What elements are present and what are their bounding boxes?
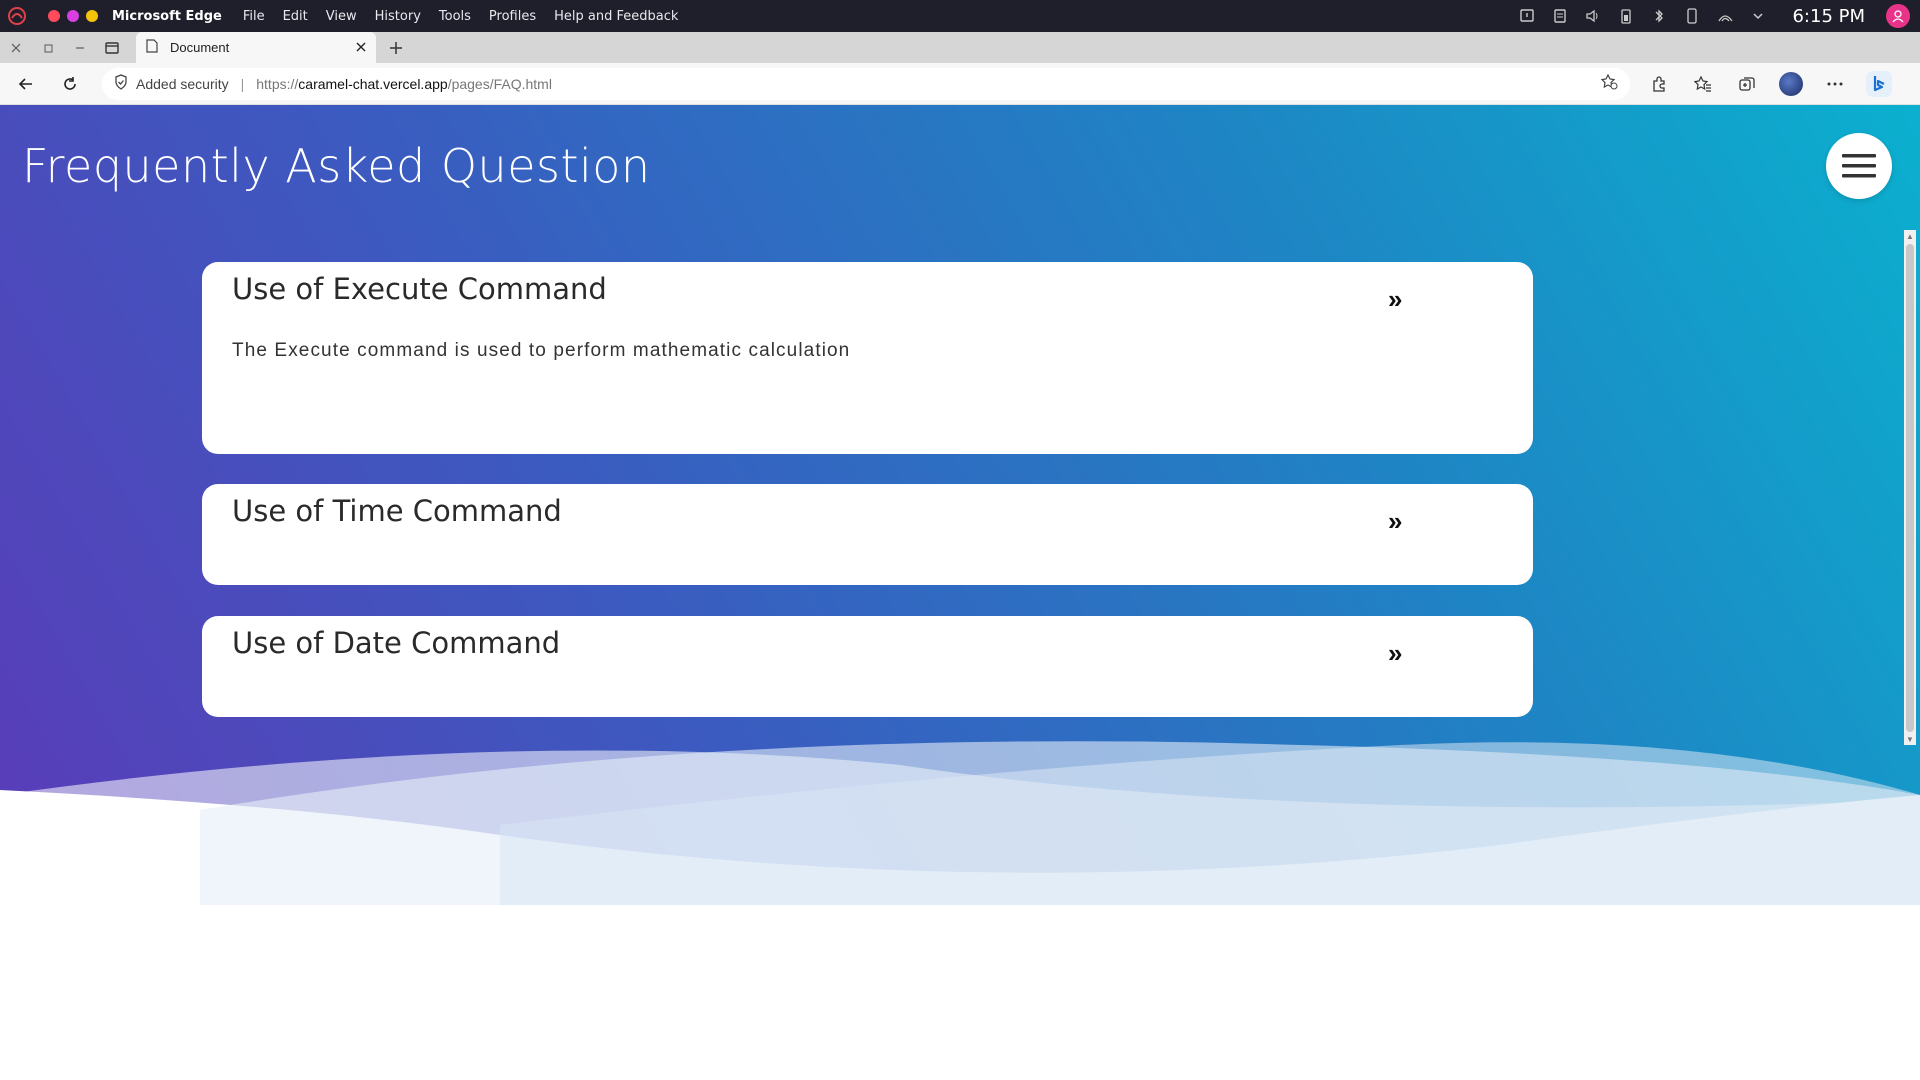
more-options-icon[interactable] bbox=[1820, 69, 1850, 99]
profile-avatar-icon[interactable] bbox=[1776, 69, 1806, 99]
scroll-down-icon[interactable]: ▼ bbox=[1904, 733, 1916, 745]
user-avatar-icon[interactable] bbox=[1886, 4, 1910, 28]
phone-icon[interactable] bbox=[1683, 7, 1701, 25]
bluetooth-icon[interactable] bbox=[1650, 7, 1668, 25]
menu-view[interactable]: View bbox=[317, 9, 366, 24]
expand-arrow-icon[interactable]: » bbox=[1388, 284, 1402, 315]
faq-card-execute[interactable]: Use of Execute Command » The Execute com… bbox=[202, 262, 1533, 454]
extensions-icon[interactable] bbox=[1644, 69, 1674, 99]
wifi-icon[interactable] bbox=[1716, 7, 1734, 25]
os-top-bar: Microsoft Edge File Edit View History To… bbox=[0, 0, 1920, 32]
expand-arrow-icon[interactable]: » bbox=[1388, 506, 1402, 537]
browser-toolbar: Added security | https:// caramel-chat.v… bbox=[0, 63, 1920, 105]
page-icon bbox=[146, 39, 158, 56]
back-arrow-icon[interactable] bbox=[8, 66, 44, 102]
menu-help[interactable]: Help and Feedback bbox=[545, 9, 687, 24]
new-tab-button[interactable] bbox=[380, 32, 412, 63]
url-divider: | bbox=[240, 75, 245, 92]
page-title: Frequently Asked Question bbox=[22, 139, 651, 193]
collections-icon[interactable] bbox=[1732, 69, 1762, 99]
close-icon[interactable] bbox=[0, 32, 32, 63]
menu-file[interactable]: File bbox=[234, 9, 274, 24]
url-scheme: https:// bbox=[256, 75, 299, 92]
volume-icon[interactable] bbox=[1584, 7, 1602, 25]
security-label[interactable]: Added security bbox=[136, 76, 229, 92]
faq-card-time[interactable]: Use of Time Command » bbox=[202, 484, 1533, 585]
chevron-down-icon[interactable] bbox=[1749, 7, 1767, 25]
toolbar-icons bbox=[1644, 69, 1894, 99]
add-favorite-icon[interactable] bbox=[1600, 73, 1618, 94]
app-menu: File Edit View History Tools Profiles He… bbox=[234, 9, 688, 24]
menu-edit[interactable]: Edit bbox=[274, 9, 317, 24]
menu-tools[interactable]: Tools bbox=[430, 9, 480, 24]
clipboard-icon[interactable] bbox=[1551, 7, 1569, 25]
expand-arrow-icon[interactable]: » bbox=[1388, 638, 1402, 669]
bing-copilot-icon[interactable] bbox=[1864, 69, 1894, 99]
faq-question[interactable]: Use of Time Command bbox=[232, 494, 562, 528]
page-viewport: Frequently Asked Question Use of Execute… bbox=[0, 105, 1920, 1080]
address-bar[interactable]: Added security | https:// caramel-chat.v… bbox=[102, 67, 1630, 100]
window-traffic-lights bbox=[48, 10, 98, 22]
restore-icon[interactable] bbox=[32, 32, 64, 63]
menu-history[interactable]: History bbox=[366, 9, 430, 24]
tab-actions-icon[interactable] bbox=[96, 32, 128, 63]
clock[interactable]: 6:15 PM bbox=[1792, 6, 1865, 27]
favorites-icon[interactable] bbox=[1688, 69, 1718, 99]
faq-question[interactable]: Use of Execute Command bbox=[232, 272, 607, 306]
url-path: /pages/FAQ.html bbox=[447, 75, 552, 92]
minimize-window-dot[interactable] bbox=[67, 10, 79, 22]
close-window-dot[interactable] bbox=[48, 10, 60, 22]
battery-icon[interactable] bbox=[1617, 7, 1635, 25]
page-scrollbar[interactable]: ▲ ▼ bbox=[1904, 230, 1916, 745]
maximize-window-dot[interactable] bbox=[86, 10, 98, 22]
app-name[interactable]: Microsoft Edge bbox=[112, 9, 222, 24]
notification-icon[interactable] bbox=[1518, 7, 1536, 25]
menu-profiles[interactable]: Profiles bbox=[480, 9, 545, 24]
shield-icon[interactable] bbox=[114, 74, 128, 93]
minimize-icon[interactable] bbox=[64, 32, 96, 63]
scroll-thumb[interactable] bbox=[1906, 244, 1914, 732]
hamburger-menu-button[interactable] bbox=[1826, 133, 1892, 199]
system-tray: 6:15 PM bbox=[1518, 4, 1920, 28]
scroll-up-icon[interactable]: ▲ bbox=[1904, 230, 1916, 242]
tab-title: Document bbox=[170, 40, 230, 55]
browser-tab-strip: Document bbox=[0, 32, 1920, 63]
faq-question[interactable]: Use of Date Command bbox=[232, 626, 560, 660]
os-logo-icon[interactable] bbox=[6, 5, 28, 27]
tab-close-icon[interactable] bbox=[356, 40, 366, 55]
faq-card-date[interactable]: Use of Date Command » bbox=[202, 616, 1533, 717]
faq-answer: The Execute command is used to perform m… bbox=[232, 340, 851, 361]
tab-document[interactable]: Document bbox=[136, 32, 376, 63]
url-host: caramel-chat.vercel.app bbox=[298, 75, 448, 92]
refresh-icon[interactable] bbox=[52, 66, 88, 102]
hamburger-icon bbox=[1842, 154, 1876, 178]
